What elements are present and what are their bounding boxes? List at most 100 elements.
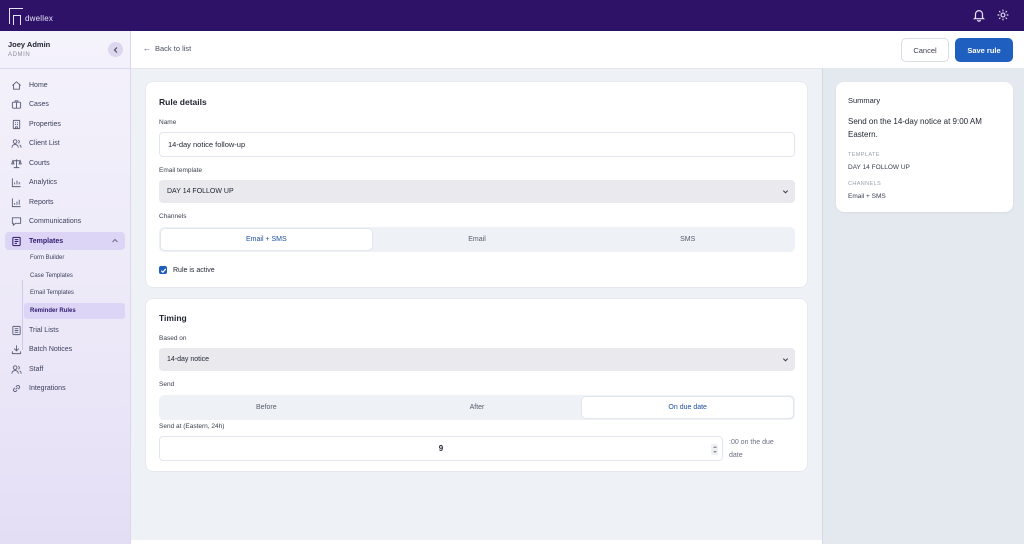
sidebar-subitem-case-templates[interactable]: Case Templates xyxy=(24,268,125,284)
sidebar-item-label: Client List xyxy=(29,140,60,147)
briefcase-icon xyxy=(11,99,22,110)
sidebar-item-batch-notices[interactable]: Batch Notices xyxy=(5,341,125,359)
send-option-before[interactable]: Before xyxy=(161,397,372,418)
save-rule-button[interactable]: Save rule xyxy=(955,38,1013,62)
rule-details-card: Rule details Name Email template DAY 14 … xyxy=(145,81,808,288)
channels-segmented-control: Email + SMS Email SMS xyxy=(159,227,795,252)
send-at-hour-value: 9 xyxy=(438,444,444,453)
cancel-button[interactable]: Cancel xyxy=(901,38,949,62)
download-icon xyxy=(11,344,22,355)
document-icon xyxy=(11,236,22,247)
timing-title: Timing xyxy=(159,313,187,323)
hour-stepper[interactable] xyxy=(711,444,718,455)
send-at-hour-input[interactable]: 9 xyxy=(159,436,723,461)
rule-active-label: Rule is active xyxy=(173,266,215,274)
sidebar-item-home[interactable]: Home xyxy=(5,76,125,94)
list-icon xyxy=(11,325,22,336)
channel-option-sms[interactable]: SMS xyxy=(582,229,793,250)
users-icon xyxy=(11,138,22,149)
sidebar-subitem-email-templates[interactable]: Email Templates xyxy=(24,285,125,301)
back-link-label: Back to list xyxy=(155,44,192,53)
chevron-down-icon xyxy=(782,358,789,362)
gear-icon[interactable] xyxy=(996,8,1010,22)
send-segmented-control: Before After On due date xyxy=(159,395,795,420)
bell-icon[interactable] xyxy=(972,8,986,22)
send-at-suffix: :00 on the due date xyxy=(729,436,791,462)
email-template-value: DAY 14 FOLLOW UP xyxy=(167,188,234,195)
user-role: ADMIN xyxy=(8,52,31,58)
sidebar-item-label: Reports xyxy=(29,198,54,206)
sidebar-item-label: Courts xyxy=(29,159,50,167)
chevron-down-icon xyxy=(782,190,789,194)
channel-option-email-sms[interactable]: Email + SMS xyxy=(161,229,372,250)
sidebar-item-label: Cases xyxy=(29,101,49,108)
rule-name-input[interactable] xyxy=(159,132,795,157)
rule-active-checkbox[interactable] xyxy=(159,266,167,274)
rule-details-title: Rule details xyxy=(159,97,207,107)
summary-template-label: TEMPLATE xyxy=(848,152,880,158)
sidebar-item-trial-lists[interactable]: Trial Lists xyxy=(5,321,125,339)
top-bar: dwellex xyxy=(0,0,1024,31)
main-footer-strip xyxy=(131,540,822,544)
send-option-after[interactable]: After xyxy=(372,397,583,418)
sidebar-item-label: Analytics xyxy=(29,179,58,186)
link-icon xyxy=(11,383,22,394)
checkmark-icon xyxy=(160,268,166,273)
send-at-suffix-line1: :00 on the due xyxy=(729,439,774,446)
sidebar-item-label: Home xyxy=(29,81,48,89)
collapse-sidebar-button[interactable] xyxy=(108,42,123,57)
based-on-select[interactable]: 14-day notice xyxy=(159,348,795,371)
submenu-guide-line xyxy=(22,280,23,350)
send-at-suffix-line2: date xyxy=(729,452,743,459)
sidebar-item-properties[interactable]: Properties xyxy=(5,115,125,133)
bar-chart-icon xyxy=(11,177,22,188)
based-on-value: 14-day notice xyxy=(167,356,210,363)
chevron-left-icon xyxy=(113,46,117,53)
sidebar-item-label: Integrations xyxy=(29,385,66,392)
logo-text: dwellex xyxy=(25,14,54,23)
sidebar-subitem-reminder-rules[interactable]: Reminder Rules xyxy=(24,303,125,319)
sidebar-item-integrations[interactable]: Integrations xyxy=(5,380,125,398)
email-template-label: Email template xyxy=(159,167,202,174)
sidebar-item-courts[interactable]: Courts xyxy=(5,154,125,172)
summary-text: Send on the 14-day notice at 9:00 AM Eas… xyxy=(848,117,982,139)
sidebar-item-label: Batch Notices xyxy=(29,346,73,353)
sidebar-item-analytics[interactable]: Analytics xyxy=(5,174,125,192)
email-template-select[interactable]: DAY 14 FOLLOW UP xyxy=(159,180,795,203)
send-option-on-due-date[interactable]: On due date xyxy=(582,397,794,418)
chat-icon xyxy=(11,216,22,227)
app-logo[interactable]: dwellex xyxy=(9,6,54,25)
summary-channels-label: CHANNELS xyxy=(848,181,882,187)
sidebar-item-label: Communications xyxy=(29,218,82,225)
chevron-up-icon xyxy=(112,238,118,243)
name-label: Name xyxy=(159,119,177,126)
channels-label: Channels xyxy=(159,213,187,220)
sidebar: Joey Admin ADMIN Home Cases Properties C… xyxy=(0,31,131,544)
home-icon xyxy=(11,80,22,91)
page-header: ← Back to list Cancel Save rule xyxy=(131,31,1024,69)
send-at-label: Send at (Eastern, 24h) xyxy=(159,423,225,430)
send-label: Send xyxy=(159,381,175,388)
based-on-label: Based on xyxy=(159,335,187,342)
summary-panel: Summary Send on the 14-day notice at 9:0… xyxy=(822,69,1024,544)
summary-card: Summary Send on the 14-day notice at 9:0… xyxy=(836,82,1013,212)
channel-option-email[interactable]: Email xyxy=(372,229,583,250)
sidebar-item-templates[interactable]: Templates xyxy=(5,232,125,250)
sidebar-item-staff[interactable]: Staff xyxy=(5,360,125,378)
sidebar-item-reports[interactable]: Reports xyxy=(5,193,125,211)
sidebar-item-cases[interactable]: Cases xyxy=(5,96,125,114)
back-to-list-link[interactable]: ← Back to list xyxy=(143,44,191,53)
sidebar-subitem-form-builder[interactable]: Form Builder xyxy=(24,250,125,266)
scale-icon xyxy=(11,158,22,169)
user-block: Joey Admin ADMIN xyxy=(0,31,130,69)
sidebar-item-label: Trial Lists xyxy=(29,326,59,334)
arrow-left-icon: ← xyxy=(143,44,151,53)
user-name: Joey Admin xyxy=(8,40,51,49)
logo-mark-icon xyxy=(9,8,23,25)
building-icon xyxy=(11,119,22,130)
sidebar-item-client-list[interactable]: Client List xyxy=(5,135,125,153)
summary-template-value: DAY 14 FOLLOW UP xyxy=(848,164,910,171)
sidebar-item-communications[interactable]: Communications xyxy=(5,213,125,231)
sidebar-item-label: Templates xyxy=(29,237,64,245)
sidebar-item-label: Properties xyxy=(29,120,61,128)
